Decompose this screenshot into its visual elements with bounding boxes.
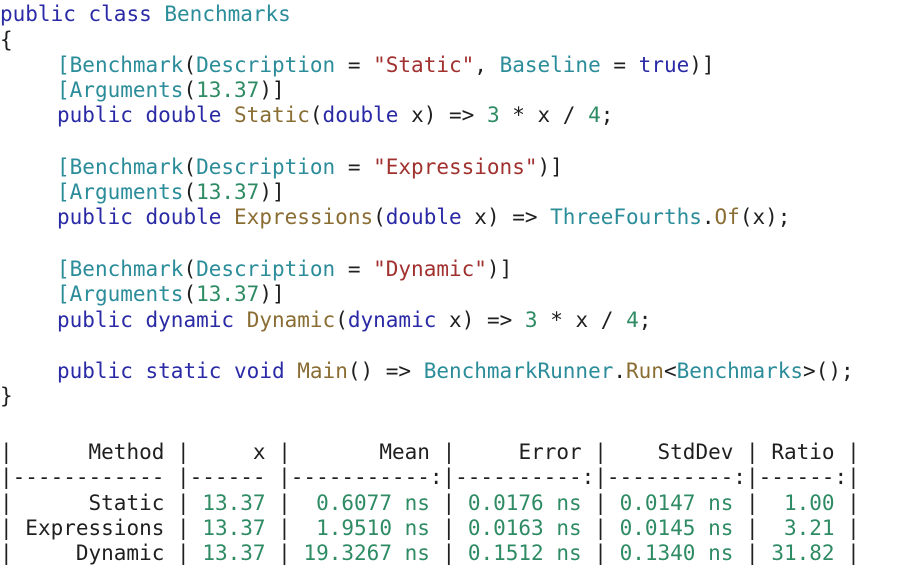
results-header-row: | Method | x | Mean | Error | StdDev | R… xyxy=(0,440,860,464)
cell-error: 0.0163 ns xyxy=(467,516,582,540)
benchmark-attribute-static: [Benchmark(Description = "Static", Basel… xyxy=(57,53,715,77)
cell-stddev: 0.0147 ns xyxy=(619,491,734,515)
cell-x: 13.37 xyxy=(202,516,266,540)
cell-method: Static xyxy=(88,491,165,515)
arguments-attribute-expressions: [Arguments(13.37)] xyxy=(57,180,285,204)
close-brace: } xyxy=(0,384,13,408)
keyword-class: class xyxy=(88,2,152,26)
header-stddev: StdDev xyxy=(657,440,734,464)
run-method: Run xyxy=(626,359,664,383)
method-name: Expressions xyxy=(234,205,374,229)
arguments-attribute-dynamic: [Arguments(13.37)] xyxy=(57,282,285,306)
attribute-name: Benchmark xyxy=(69,155,184,179)
table-row: | Dynamic | 13.37 | 19.3267 ns | 0.1512 … xyxy=(0,541,860,565)
table-row: | Static | 13.37 | 0.6077 ns | 0.0176 ns… xyxy=(0,491,860,515)
results-separator: |------------ |------ |-----------:|----… xyxy=(0,465,860,489)
equals: = xyxy=(335,257,374,281)
runner-type: BenchmarkRunner xyxy=(423,359,614,383)
cell-error: 0.1512 ns xyxy=(467,541,582,565)
return-type: double xyxy=(145,205,222,229)
class-declaration: public class Benchmarks xyxy=(0,2,291,26)
arguments-value: 13.37 xyxy=(196,282,260,306)
method-signature-expressions: public double Expressions(double x) => T… xyxy=(57,205,791,229)
class-name: Benchmarks xyxy=(164,2,291,26)
cell-method: Expressions xyxy=(25,516,165,540)
main-name: Main xyxy=(297,359,348,383)
modifier-static: static xyxy=(145,359,222,383)
body-num-3: 3 xyxy=(524,308,538,332)
modifier: public xyxy=(57,308,133,332)
attribute-param: Description xyxy=(196,257,336,281)
open-brace: { xyxy=(0,28,13,52)
body-num-4: 4 xyxy=(588,103,601,127)
main-method: public static void Main() => BenchmarkRu… xyxy=(57,359,854,383)
modifier-public: public xyxy=(57,359,133,383)
attribute-name: Benchmark xyxy=(69,53,184,77)
param-name: x xyxy=(449,308,462,332)
equals: = xyxy=(335,53,374,77)
attribute-param: Description xyxy=(196,53,336,77)
cell-ratio: 1.00 xyxy=(783,491,835,515)
header-x: x xyxy=(252,440,266,464)
modifier: public xyxy=(57,205,133,229)
cell-stddev: 0.0145 ns xyxy=(619,516,734,540)
table-row: | Expressions | 13.37 | 1.9510 ns | 0.01… xyxy=(0,516,860,540)
description-string: "Expressions" xyxy=(373,155,538,179)
method-name: Dynamic xyxy=(246,308,336,332)
cell-x: 13.37 xyxy=(202,541,266,565)
semicolon: ; xyxy=(638,308,652,332)
semicolon: ; xyxy=(600,103,614,127)
description-string: "Static" xyxy=(373,53,475,77)
arguments-name: Arguments xyxy=(69,180,184,204)
header-error: Error xyxy=(518,440,582,464)
cell-method: Dynamic xyxy=(75,541,165,565)
header-mean: Mean xyxy=(379,440,430,464)
return-type: dynamic xyxy=(145,308,235,332)
arguments-value: 13.37 xyxy=(196,78,260,102)
attribute-name: Benchmark xyxy=(69,257,184,281)
return-type: double xyxy=(145,103,222,127)
arguments-value: 13.37 xyxy=(196,180,260,204)
cell-ratio: 31.82 xyxy=(771,541,835,565)
benchmark-attribute-dynamic: [Benchmark(Description = "Dynamic")] xyxy=(57,257,513,281)
return-type-void: void xyxy=(234,359,285,383)
keyword-public: public xyxy=(0,2,76,26)
param-type: double xyxy=(322,103,399,127)
three-fourths-type: ThreeFourths xyxy=(550,205,702,229)
attribute-param: Description xyxy=(196,155,336,179)
param-name: x xyxy=(411,103,424,127)
method-name: Static xyxy=(234,103,310,127)
cell-x: 13.37 xyxy=(202,491,266,515)
benchmark-attribute-expressions: [Benchmark(Description = "Expressions")] xyxy=(57,155,563,179)
generic-arg: Benchmarks xyxy=(676,359,804,383)
arguments-name: Arguments xyxy=(69,282,184,306)
arguments-attribute-static: [Arguments(13.37)] xyxy=(57,78,285,102)
description-string: "Dynamic" xyxy=(373,257,487,281)
cell-mean: 0.6077 ns xyxy=(316,491,430,515)
cell-ratio: 3.21 xyxy=(783,516,835,540)
header-method: Method xyxy=(88,440,165,464)
cell-error: 0.0176 ns xyxy=(467,491,582,515)
modifier: public xyxy=(57,103,133,127)
call-tail: (x); xyxy=(739,205,791,229)
body-num-4: 4 xyxy=(626,308,639,332)
body-op: * x / xyxy=(537,308,627,332)
baseline-value: true xyxy=(638,53,690,77)
equals: = xyxy=(335,155,374,179)
cell-mean: 19.3267 ns xyxy=(303,541,430,565)
param-type: double xyxy=(385,205,462,229)
header-ratio: Ratio xyxy=(771,440,835,464)
body-num-3: 3 xyxy=(486,103,500,127)
body-op: * x / xyxy=(499,103,589,127)
cell-mean: 1.9510 ns xyxy=(316,516,430,540)
param-name: x xyxy=(474,205,487,229)
of-method: Of xyxy=(714,205,740,229)
method-signature-dynamic: public dynamic Dynamic(dynamic x) => 3 *… xyxy=(57,308,652,332)
arguments-name: Arguments xyxy=(69,78,184,102)
cell-stddev: 0.1340 ns xyxy=(619,541,734,565)
method-signature-static: public double Static(double x) => 3 * x … xyxy=(57,103,614,127)
param-type: dynamic xyxy=(347,308,437,332)
